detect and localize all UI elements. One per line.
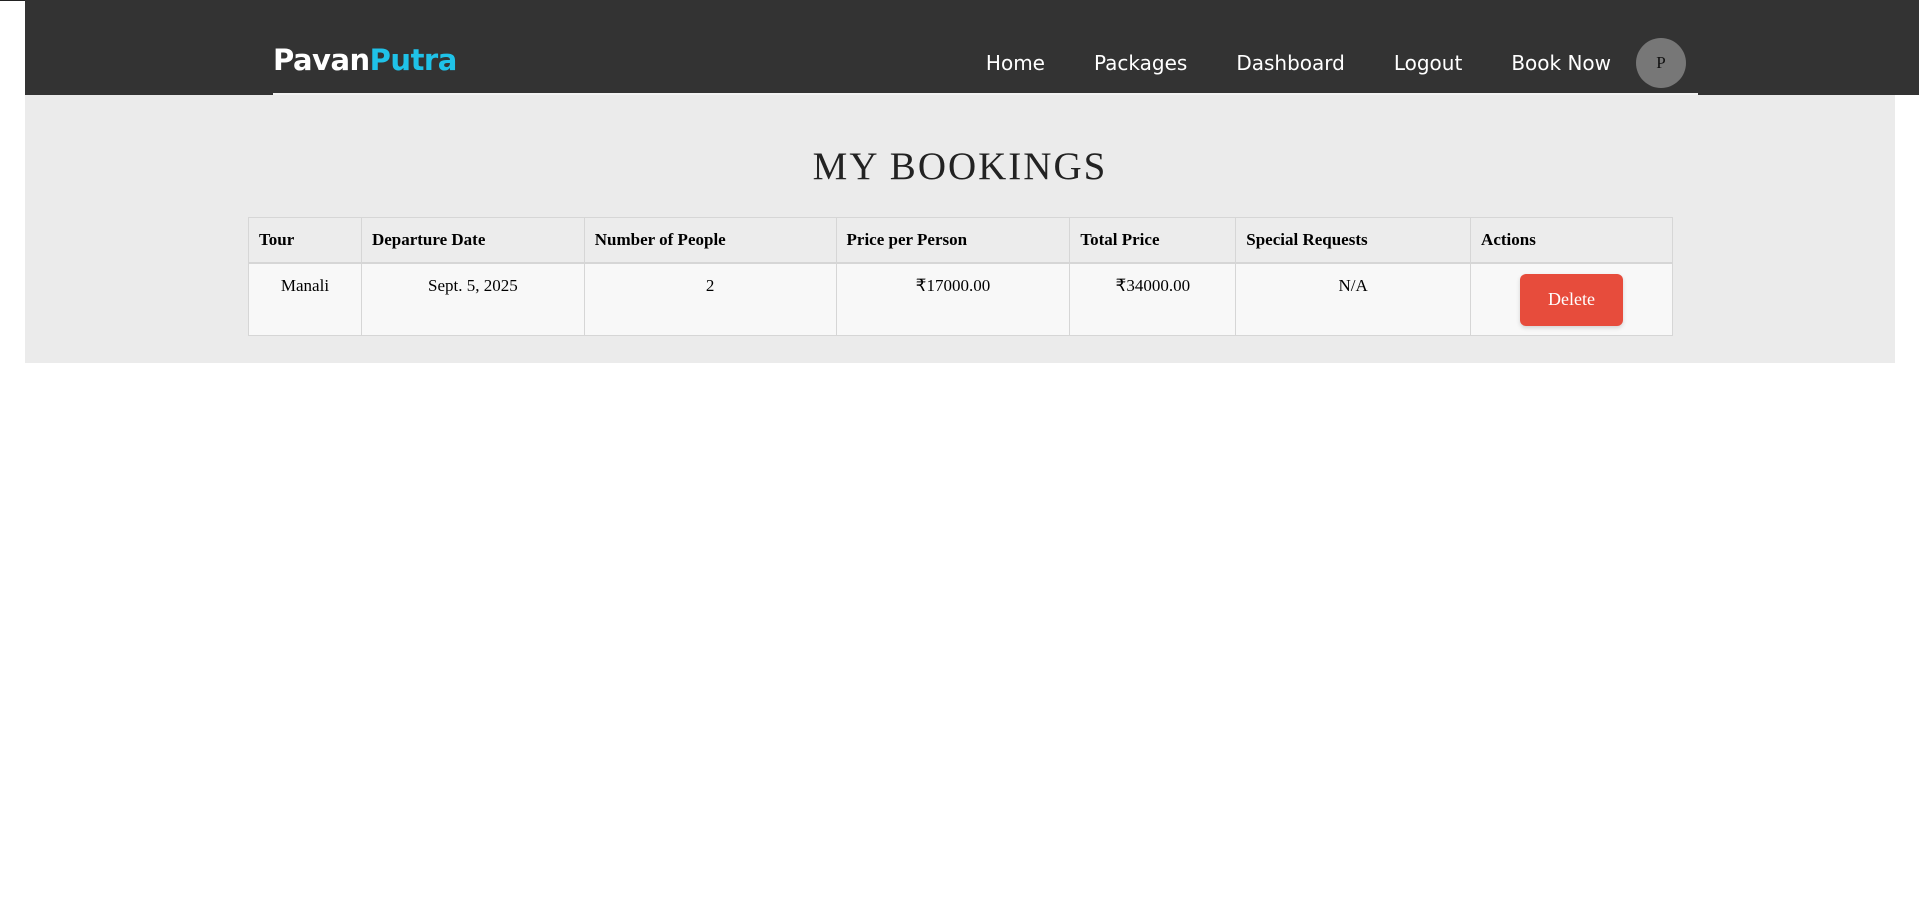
- cell-total-price: ₹34000.00: [1069, 262, 1237, 336]
- cell-departure-date: Sept. 5, 2025: [360, 262, 585, 336]
- table-row: Manali Sept. 5, 2025 2 ₹17000.00 ₹34000.…: [248, 262, 1673, 336]
- cell-number-of-people: 2: [583, 262, 837, 336]
- column-header-price-per-person: Price per Person: [835, 217, 1071, 264]
- column-header-total-price: Total Price: [1069, 217, 1237, 264]
- nav-packages[interactable]: Packages: [1094, 53, 1187, 73]
- cell-actions: Delete: [1470, 262, 1673, 336]
- site-header: PavanPutra Home Packages Dashboard Logou…: [25, 0, 1919, 95]
- brand-logo[interactable]: PavanPutra: [273, 46, 457, 75]
- nav-home[interactable]: Home: [986, 53, 1045, 73]
- column-header-tour: Tour: [248, 217, 362, 264]
- cell-special-requests: N/A: [1235, 262, 1472, 336]
- header-container: PavanPutra Home Packages Dashboard Logou…: [273, 0, 1698, 95]
- brand-name-part1: Pavan: [273, 43, 370, 77]
- table-header-row: Tour Departure Date Number of People Pri…: [248, 217, 1673, 264]
- bookings-section: MY BOOKINGS Tour Departure Date Number o…: [25, 95, 1895, 363]
- main-nav: Home Packages Dashboard Logout Book Now …: [986, 38, 1698, 94]
- nav-book-now[interactable]: Book Now: [1511, 53, 1611, 73]
- bookings-table: Tour Departure Date Number of People Pri…: [248, 217, 1673, 336]
- cell-price-per-person: ₹17000.00: [835, 262, 1071, 336]
- column-header-special-requests: Special Requests: [1235, 217, 1472, 264]
- nav-dashboard[interactable]: Dashboard: [1236, 53, 1345, 73]
- user-avatar[interactable]: P: [1636, 38, 1686, 88]
- column-header-number-of-people: Number of People: [583, 217, 837, 264]
- brand-name-part2: Putra: [369, 43, 458, 77]
- cell-tour: Manali: [248, 262, 362, 336]
- column-header-actions: Actions: [1470, 217, 1673, 264]
- nav-logout[interactable]: Logout: [1394, 53, 1462, 73]
- window-edge: [0, 0, 25, 1]
- delete-booking-button[interactable]: Delete: [1520, 273, 1624, 326]
- column-header-departure-date: Departure Date: [360, 217, 585, 264]
- page-title: MY BOOKINGS: [812, 145, 1108, 188]
